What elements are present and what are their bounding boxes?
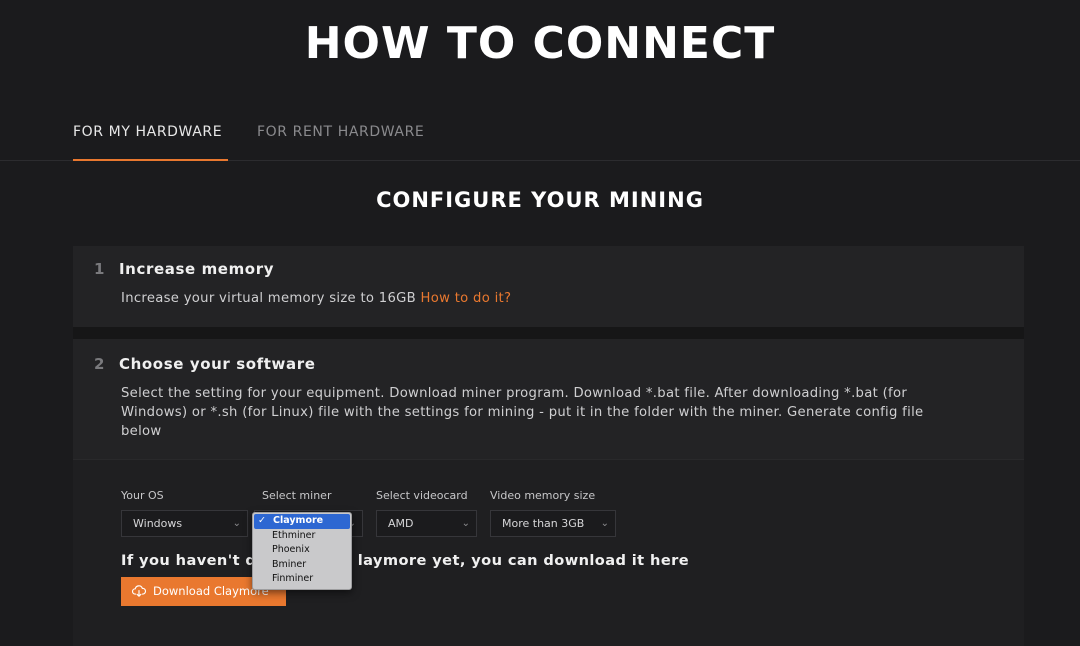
card-divider — [73, 327, 1024, 339]
download-hint-start: If you haven't do — [121, 552, 267, 569]
download-hint-end: laymore yet, you can download it here — [357, 552, 690, 569]
chevron-down-icon: ⌄ — [232, 518, 241, 529]
config-panel: Your OS Windows ⌄ Select miner ⌄ Select … — [73, 459, 1024, 646]
page-title: HOW TO CONNECT — [304, 18, 776, 69]
os-select[interactable]: Windows ⌄ — [121, 510, 248, 537]
miner-label: Select miner — [262, 489, 332, 502]
miner-option-phoenix[interactable]: Phoenix — [253, 543, 351, 558]
chevron-down-icon: ⌄ — [461, 518, 470, 529]
videocard-select-value: AMD — [388, 517, 414, 530]
step-2-card: 2 Choose your software Select the settin… — [73, 339, 1024, 459]
tab-bar: FOR MY HARDWARE FOR RENT HARDWARE — [0, 110, 1080, 161]
step-1-description: Increase your virtual memory size to 16G… — [121, 291, 417, 306]
miner-option-ethminer[interactable]: Ethminer — [253, 529, 351, 544]
tab-for-rent-hardware[interactable]: FOR RENT HARDWARE — [257, 124, 424, 159]
step-2-text-line: Select the setting for your equipment. D… — [121, 386, 908, 401]
step-1-text: Increase your virtual memory size to 16G… — [121, 289, 511, 308]
step-2-text: Select the setting for your equipment. D… — [121, 384, 923, 441]
os-select-value: Windows — [133, 517, 183, 530]
os-label: Your OS — [121, 489, 164, 502]
miner-option-label: Claymore — [273, 515, 324, 526]
step-2-text-line: below — [121, 424, 162, 439]
memory-label: Video memory size — [490, 489, 596, 502]
videocard-select[interactable]: AMD ⌄ — [376, 510, 477, 537]
step-1-card: 1 Increase memory Increase your virtual … — [73, 246, 1024, 327]
step-1-number: 1 — [94, 260, 105, 278]
tab-for-my-hardware[interactable]: FOR MY HARDWARE — [73, 124, 228, 161]
memory-select[interactable]: More than 3GB ⌄ — [490, 510, 616, 537]
cloud-download-icon — [132, 585, 146, 597]
checkmark-icon: ✓ — [258, 515, 266, 526]
step-2-number: 2 — [94, 355, 105, 373]
miner-option-finminer[interactable]: Finminer — [253, 572, 351, 587]
how-to-do-it-link[interactable]: How to do it? — [421, 291, 512, 306]
chevron-down-icon: ⌄ — [600, 518, 609, 529]
download-hint: If you haven't do laymore yet, you can do… — [121, 552, 689, 569]
step-2-title: Choose your software — [119, 355, 316, 373]
videocard-label: Select videocard — [376, 489, 468, 502]
memory-select-value: More than 3GB — [502, 517, 585, 530]
miner-dropdown-menu[interactable]: ✓ Claymore Ethminer Phoenix Bminer Finmi… — [252, 512, 352, 590]
section-title: CONFIGURE YOUR MINING — [376, 188, 704, 212]
miner-option-bminer[interactable]: Bminer — [253, 558, 351, 573]
step-1-title: Increase memory — [119, 260, 275, 278]
step-2-text-line: Windows) or *.sh (for Linux) file with t… — [121, 405, 924, 420]
miner-option-claymore[interactable]: ✓ Claymore — [254, 514, 350, 529]
